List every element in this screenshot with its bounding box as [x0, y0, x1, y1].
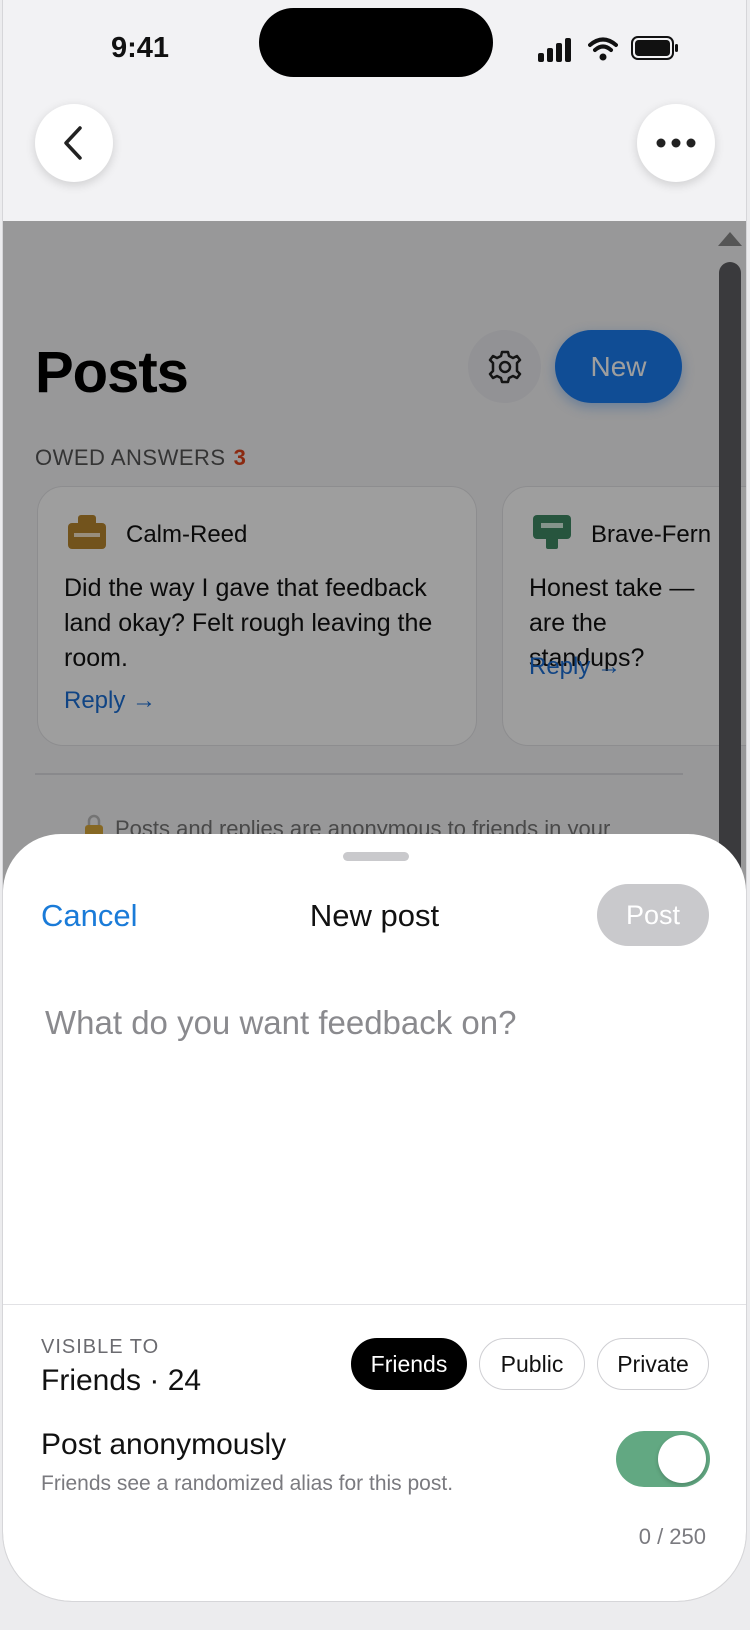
character-counter: 0 / 250 [638, 1524, 706, 1549]
wifi-icon [588, 37, 618, 61]
battery-icon [631, 36, 678, 60]
toggle-knob [658, 1435, 706, 1483]
sheet-grabber[interactable] [343, 852, 409, 861]
anonymous-title: Post anonymously [41, 1428, 287, 1461]
more-button[interactable] [637, 104, 715, 182]
chip-friends[interactable]: Friends [351, 1338, 467, 1390]
visible-to-label: VISIBLE TO [41, 1336, 160, 1358]
dynamic-island [259, 8, 493, 77]
anonymous-subtitle: Friends see a randomized alias for this … [41, 1472, 454, 1495]
scroll-up-arrow[interactable] [718, 232, 742, 246]
post-composer-input[interactable] [45, 1004, 705, 1304]
back-chevron-icon [64, 126, 82, 160]
back-button[interactable] [35, 104, 113, 182]
scrollbar[interactable] [719, 262, 741, 882]
new-post-sheet: Cancel New post Post VISIBLE TO Friends … [3, 834, 746, 1601]
chip-private[interactable]: Private [597, 1338, 709, 1390]
phone-frame: 9:41 Posts New OWED ANSWERS 3 Calm-Reed … [2, 0, 747, 1602]
anonymous-toggle[interactable] [616, 1431, 710, 1487]
signal-icon [538, 38, 572, 62]
sheet-divider [3, 1304, 746, 1305]
status-bar: 9:41 [3, 0, 746, 100]
status-time: 9:41 [111, 32, 170, 64]
post-button[interactable]: Post [597, 884, 709, 946]
chip-public[interactable]: Public [479, 1338, 585, 1390]
visible-to-value: Friends · 24 [41, 1364, 202, 1397]
more-dots-icon [656, 138, 696, 148]
